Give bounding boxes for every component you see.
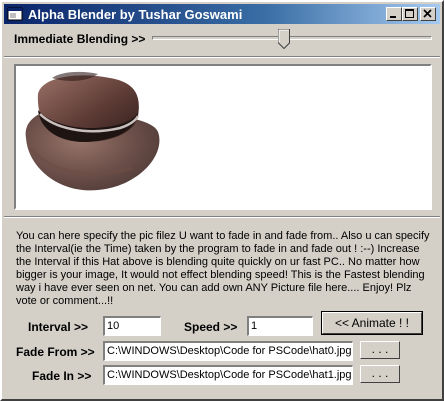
blend-slider-track[interactable] — [152, 36, 432, 40]
fade-from-browse-button[interactable]: . . . — [360, 341, 400, 359]
minimize-icon — [390, 16, 396, 18]
title-bar[interactable]: Alpha Blender by Tushar Goswami — [4, 4, 440, 24]
fade-from-label: Fade From >> — [16, 345, 95, 359]
interval-label: Interval >> — [28, 320, 89, 334]
hat-image — [25, 71, 160, 191]
speed-input[interactable]: 1 — [247, 316, 313, 336]
picture-box — [14, 64, 432, 210]
fade-in-browse-button[interactable]: . . . — [360, 365, 400, 383]
maximize-icon — [405, 9, 414, 18]
minimize-button[interactable] — [386, 7, 402, 21]
fade-from-input[interactable]: C:\WINDOWS\Desktop\Code for PSCode\hat0.… — [103, 341, 353, 361]
description-text: You can here specify the pic filez U wan… — [16, 230, 430, 307]
animate-button[interactable]: << Animate ! ! — [321, 311, 423, 335]
blend-slider-thumb[interactable] — [277, 29, 290, 49]
fade-in-input[interactable]: C:\WINDOWS\Desktop\Code for PSCode\hat1.… — [103, 365, 353, 385]
window-title: Alpha Blender by Tushar Goswami — [28, 7, 243, 22]
speed-label: Speed >> — [184, 320, 238, 334]
middle-separator — [4, 216, 440, 218]
app-icon — [7, 7, 23, 21]
close-button[interactable] — [420, 7, 436, 21]
top-separator — [4, 56, 440, 58]
fade-in-label: Fade In >> — [32, 369, 92, 383]
maximize-button[interactable] — [402, 7, 418, 21]
close-icon — [423, 9, 432, 18]
main-window: Alpha Blender by Tushar Goswami Immediat… — [0, 0, 444, 401]
interval-input[interactable]: 10 — [103, 316, 161, 336]
immediate-blending-label: Immediate Blending >> — [14, 32, 146, 46]
